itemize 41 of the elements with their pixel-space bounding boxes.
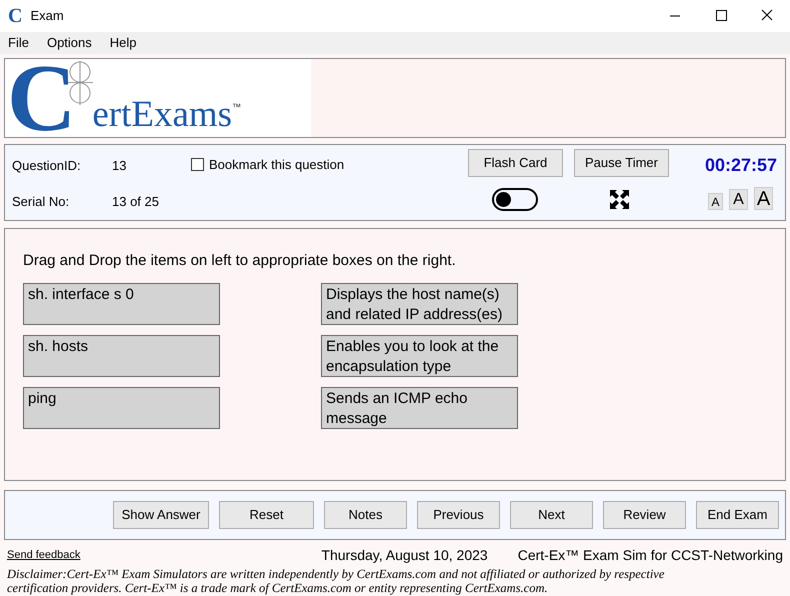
menu-item[interactable]: Options [46, 33, 92, 53]
trademark: ™ [232, 101, 242, 114]
menu-item[interactable]: Help [110, 33, 137, 53]
drag-item[interactable]: sh. hosts [23, 334, 220, 376]
font-size-button[interactable]: A [729, 189, 748, 210]
date: Thursday, August 10, 2023 [321, 546, 488, 565]
app-icon: C [8, 6, 22, 26]
serial-label: Serial No: [12, 193, 70, 211]
drop-target[interactable]: Displays the host name(s) and related IP address(es) [321, 282, 518, 324]
send-feedback-link[interactable]: Send feedback [7, 547, 80, 564]
action-button[interactable]: Previous [417, 501, 500, 529]
question-text: Drag and Drop the items on left to appropriate boxes on the right. [23, 251, 457, 271]
drop-target[interactable]: Sends an ICMP echo message [321, 386, 518, 428]
action-button[interactable]: End Exam [696, 501, 779, 529]
drag-item[interactable]: sh. interface s 0 [23, 282, 220, 324]
question-id-label: QuestionID: [12, 157, 81, 175]
pause-timer-button[interactable]: Pause Timer [574, 149, 669, 177]
crosshair-icon [67, 61, 93, 105]
toggle-switch[interactable] [492, 188, 538, 211]
action-button[interactable]: Notes [324, 501, 407, 529]
window-title: Exam [30, 7, 64, 26]
action-button[interactable]: Reset [219, 501, 314, 529]
flash-card-button[interactable]: Flash Card [468, 149, 563, 177]
drop-target[interactable]: Enables you to look at the encapsulation type [321, 334, 518, 376]
menu-item[interactable]: File [8, 33, 29, 53]
action-button[interactable]: Review [603, 501, 686, 529]
timer: 00:27:57 [704, 154, 777, 177]
disclaimer: Disclaimer:Cert-Ex™ Exam Simulators are written independently by CertExams.com and not affiliated or authorized by respective certification providers. Cert-Ex™ is a trade mark of CertExams.com or entity representing CertExams.com. [6, 567, 666, 595]
product-name: Cert-Ex™ Exam Sim for CCST-Networking [518, 546, 783, 565]
drag-item[interactable]: ping [23, 386, 220, 428]
action-button[interactable]: Show Answer [113, 501, 209, 529]
logo-text: ertExams [92, 95, 232, 135]
bookmark-checkbox[interactable] [191, 158, 204, 172]
fullscreen-icon[interactable] [609, 189, 630, 210]
font-size-button[interactable]: A [708, 193, 723, 210]
action-button[interactable]: Next [510, 501, 593, 529]
serial-number: 13 of 25 [112, 193, 159, 211]
logo-initial: C [7, 59, 76, 137]
question-id: 13 [112, 157, 126, 175]
bookmark-label: Bookmark this question [209, 156, 344, 174]
font-size-button[interactable]: A [754, 187, 773, 210]
